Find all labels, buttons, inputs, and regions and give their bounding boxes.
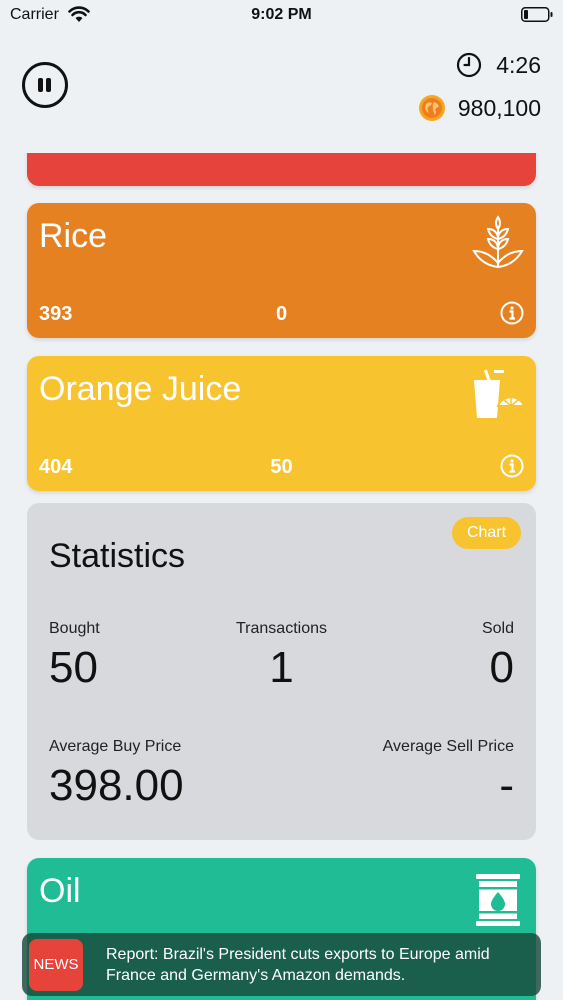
pause-icon [38, 78, 43, 92]
statistics-title: Statistics [49, 537, 186, 575]
globe-coin-icon [418, 95, 445, 121]
oil-barrel-icon [476, 874, 520, 926]
news-ticker[interactable]: NEWS Report: Brazil's President cuts exp… [22, 933, 541, 996]
sold-label: Sold [481, 620, 514, 637]
chart-button[interactable]: Chart [452, 517, 521, 549]
money: 980,100 [418, 93, 541, 123]
info-icon[interactable] [500, 301, 524, 325]
average-buy-price-label: Average Buy Price [49, 738, 182, 755]
transactions-label: Transactions [236, 620, 327, 637]
average-sell-price-value: - [499, 761, 514, 810]
money-value: 980,100 [457, 94, 541, 121]
news-headline: Report: Brazil's President cuts exports … [106, 946, 490, 984]
commodity-card[interactable]: 490 0 [27, 153, 536, 227]
card-name: Orange Juice [39, 370, 242, 408]
juice-icon [474, 369, 526, 418]
status-bar: Carrier 9:02 PM [0, 0, 563, 30]
average-buy-price-value: 398.00 [49, 761, 184, 810]
pause-button[interactable] [22, 62, 68, 108]
commodity-card-rice[interactable]: Rice 393 0 [27, 203, 536, 338]
sold-value: 0 [489, 643, 514, 692]
commodity-card-orange-juice[interactable]: Orange Juice 404 50 [27, 356, 536, 491]
clock-time: 9:02 PM [251, 6, 312, 23]
clock-icon [457, 52, 482, 78]
card-name: Oil [39, 872, 81, 910]
statistics-panel: Statistics Chart Bought 50 Transactions … [27, 503, 536, 840]
timer-value: 4:26 [496, 51, 541, 78]
wheat-icon [472, 215, 524, 268]
info-icon[interactable] [500, 454, 524, 478]
timer: 4:26 [456, 50, 541, 80]
card-name: Rice [39, 217, 108, 255]
card-owned: 0 [275, 303, 288, 325]
average-sell-price-label: Average Sell Price [382, 738, 514, 755]
battery-icon [521, 7, 553, 22]
card-owned: 50 [270, 456, 293, 478]
transactions-value: 1 [269, 643, 294, 692]
news-badge: NEWS [29, 939, 83, 991]
commodity-list[interactable]: 490 0 Rice 393 0 [0, 153, 563, 1000]
